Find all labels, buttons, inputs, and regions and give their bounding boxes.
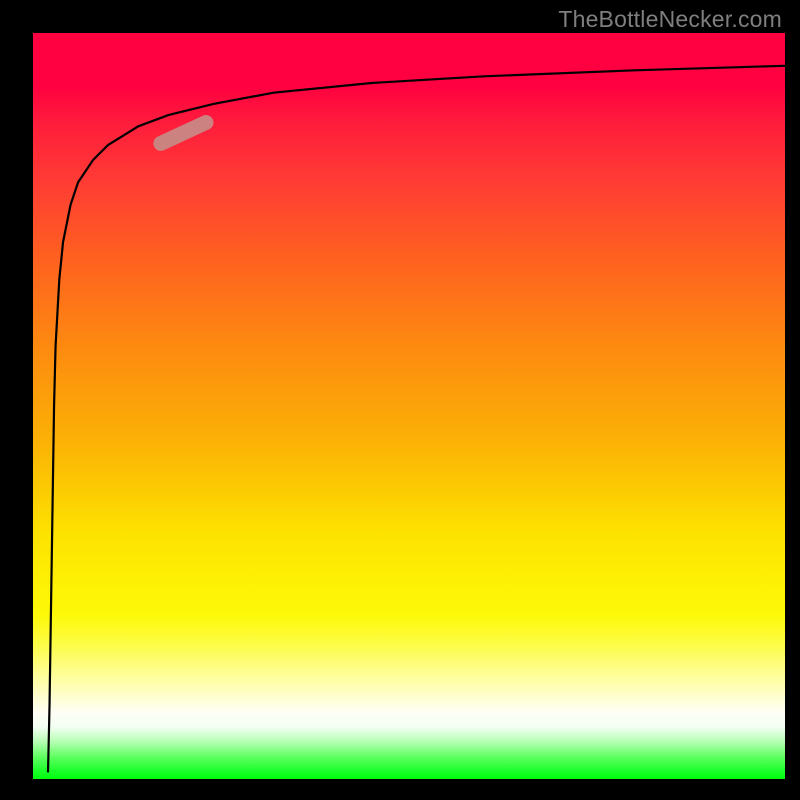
chart-frame: TheBottleNecker.com	[0, 0, 800, 800]
plot-area	[33, 33, 785, 779]
bottleneck-curve	[48, 66, 785, 772]
curve-layer	[33, 33, 785, 779]
watermark-text: TheBottleNecker.com	[558, 6, 782, 33]
highlight-segment	[161, 123, 206, 144]
